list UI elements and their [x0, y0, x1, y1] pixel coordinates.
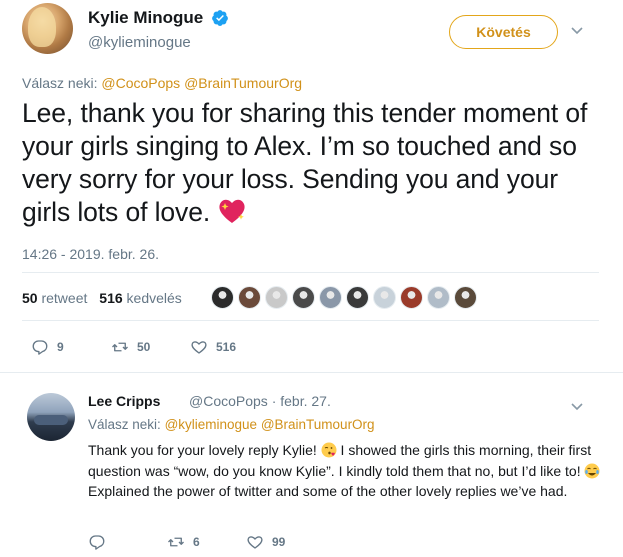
retweet-icon: [168, 537, 184, 547]
reply-text-part: Thank you for your lovely reply Kylie!: [88, 442, 321, 458]
liker-avatar[interactable]: [292, 286, 315, 309]
divider: [22, 320, 599, 321]
like-label: kedvelés: [126, 290, 182, 306]
liker-avatars: [211, 286, 477, 310]
retweet-icon: [112, 342, 128, 352]
retweet-label: retweet: [41, 290, 88, 306]
engagement-stats: 50 retweet 516 kedvelés: [22, 290, 182, 306]
reply-count: 9: [57, 340, 64, 354]
divider: [22, 272, 599, 273]
liker-avatar[interactable]: [238, 286, 261, 309]
like-action-count: 516: [216, 340, 237, 354]
reply-icon: [89, 535, 105, 550]
avatar[interactable]: [27, 393, 75, 441]
tweet-text: Lee, thank you for sharing this tender m…: [22, 97, 612, 229]
liker-avatar[interactable]: [454, 286, 477, 309]
sparkling-heart-icon: [219, 199, 245, 223]
reply-to-label: Válasz neki:: [88, 417, 161, 432]
timestamp[interactable]: 14:26 - 2019. febr. 26.: [22, 246, 159, 262]
author-name[interactable]: Kylie Minogue: [88, 8, 203, 28]
retweet-stat[interactable]: 50 retweet: [22, 290, 87, 306]
tweet-body: Lee, thank you for sharing this tender m…: [22, 98, 588, 227]
reply-text: Thank you for your lovely reply Kylie! I…: [88, 440, 608, 502]
heart-icon: [191, 341, 207, 354]
heart-icon: [247, 536, 263, 549]
chevron-down-icon[interactable]: [571, 27, 583, 35]
reply-author-name[interactable]: Lee Cripps: [88, 393, 160, 409]
like-stat[interactable]: 516 kedvelés: [99, 290, 182, 306]
reply-text-part: Explained the power of twitter and some …: [88, 483, 568, 499]
mention-link[interactable]: @BrainTumourOrg: [261, 417, 375, 432]
reply-icon: [32, 340, 48, 355]
liker-avatar[interactable]: [373, 286, 396, 309]
verified-badge-icon: [212, 10, 228, 26]
liker-avatar[interactable]: [400, 286, 423, 309]
like-action[interactable]: 516: [190, 338, 236, 356]
follow-button[interactable]: Követés: [449, 15, 558, 49]
author-handle[interactable]: @kylieminogue: [88, 34, 191, 51]
retweet-action-count: 50: [137, 340, 151, 354]
retweet-action-count: 6: [193, 535, 200, 549]
retweet-action[interactable]: 6: [167, 533, 200, 551]
liker-avatar[interactable]: [265, 286, 288, 309]
reply-to-line: Válasz neki: @kylieminogue @BrainTumourO…: [88, 417, 375, 432]
reply-handle-date[interactable]: @CocoPops · febr. 27.: [189, 393, 331, 409]
liker-avatar[interactable]: [427, 286, 450, 309]
reply-to-label: Válasz neki:: [22, 75, 98, 91]
liker-avatar[interactable]: [319, 286, 342, 309]
reply-action[interactable]: [88, 533, 106, 551]
mention-link[interactable]: @kylieminogue: [165, 417, 258, 432]
like-action-count: 99: [272, 535, 286, 549]
kissing-face-icon: [321, 442, 337, 458]
avatar[interactable]: [22, 3, 73, 54]
chevron-down-icon[interactable]: [571, 403, 583, 411]
reply-tweet[interactable]: Lee Cripps @CocoPops · febr. 27. Válasz …: [0, 380, 623, 557]
divider: [0, 372, 623, 373]
reply-action[interactable]: 9: [31, 338, 64, 356]
reply-to-line: Válasz neki: @CocoPops @BrainTumourOrg: [22, 75, 302, 91]
tears-of-joy-icon: [584, 463, 600, 478]
retweet-action[interactable]: 50: [111, 338, 150, 356]
mention-link[interactable]: @CocoPops: [101, 75, 180, 91]
liker-avatar[interactable]: [346, 286, 369, 309]
like-count: 516: [99, 290, 123, 306]
liker-avatar[interactable]: [211, 286, 234, 309]
retweet-count: 50: [22, 290, 38, 306]
mention-link[interactable]: @BrainTumourOrg: [184, 75, 302, 91]
like-action[interactable]: 99: [246, 533, 285, 551]
main-tweet: Kylie Minogue @kylieminogue Követés Vála…: [0, 0, 623, 372]
